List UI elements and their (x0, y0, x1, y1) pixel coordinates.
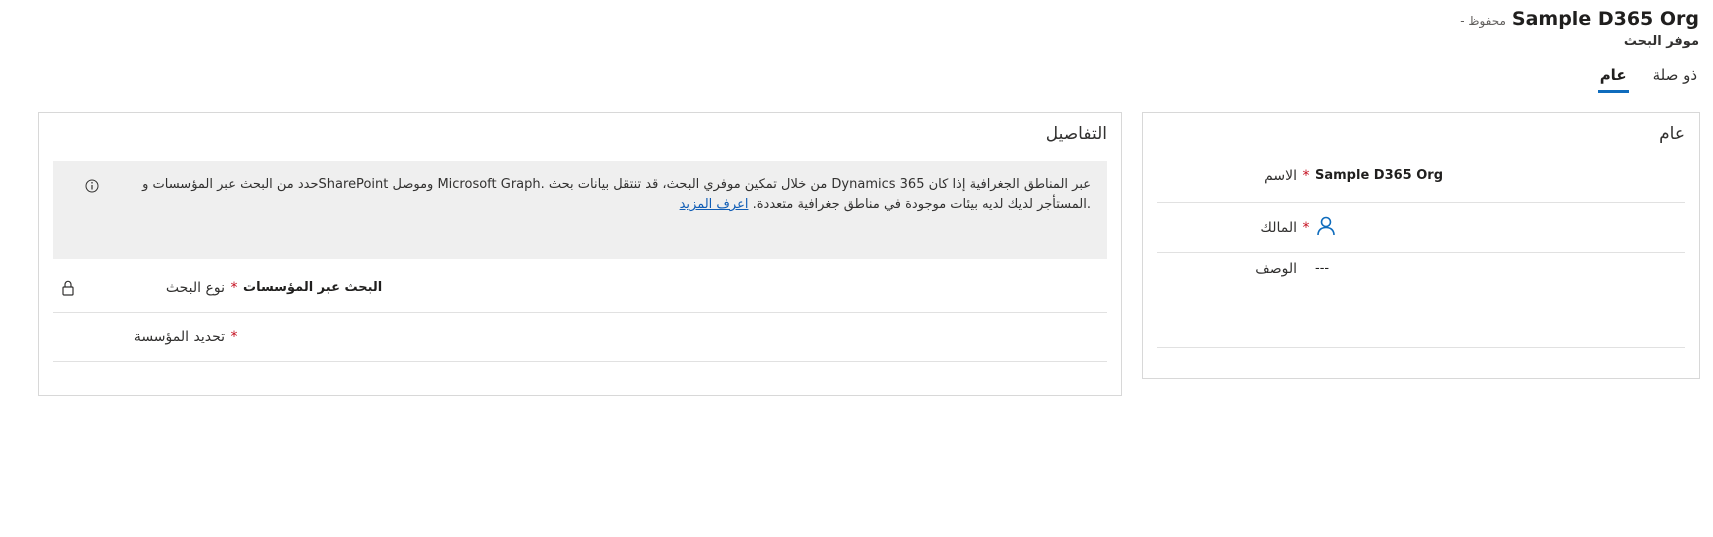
description-input[interactable]: --- (1315, 261, 1329, 276)
person-icon[interactable] (1315, 215, 1337, 237)
organization-field-row: تحديد المؤسسة * (53, 313, 1107, 362)
search-type-field-row: نوع البحث * البحث عبر المؤسسات (53, 263, 1107, 313)
owner-lookup[interactable] (1315, 215, 1337, 241)
general-section-title: عام (1659, 124, 1685, 144)
tab-list: عام ذو صلة (1597, 66, 1699, 93)
tab-related[interactable]: ذو صلة (1651, 66, 1699, 93)
record-title: Sample D365 Org (1511, 8, 1699, 30)
notice-line-1: عبر المناطق الجغرافية إذا كان Dynamics 3… (142, 177, 1091, 192)
owner-label: المالك (1260, 219, 1297, 236)
name-input[interactable]: Sample D365 Org (1315, 168, 1443, 183)
record-header: Sample D365 Org - محفوظ موفر البحث (1460, 8, 1699, 49)
description-label: الوصف (1255, 261, 1297, 277)
description-field-row: الوصف --- (1157, 253, 1685, 348)
search-type-label: نوع البحث (165, 279, 225, 296)
learn-more-link[interactable]: اعرف المزيد (680, 197, 749, 212)
name-label: الاسم (1264, 167, 1297, 184)
save-status: - محفوظ (1460, 14, 1506, 28)
required-indicator: * (1302, 167, 1310, 184)
lock-icon (62, 280, 74, 296)
required-indicator: * (230, 279, 238, 296)
details-section-title: التفاصيل (1045, 124, 1107, 144)
notice-line-2-text: .المستأجر لديك لديه بيئات موجودة في مناط… (752, 197, 1091, 212)
info-notice: عبر المناطق الجغرافية إذا كان Dynamics 3… (53, 161, 1107, 259)
info-icon (85, 179, 99, 193)
organization-label: تحديد المؤسسة (133, 329, 225, 345)
notice-line-2: .المستأجر لديك لديه بيئات موجودة في مناط… (119, 195, 1091, 215)
details-section: التفاصيل عبر المناطق الجغرافية إذا كان D… (38, 112, 1122, 396)
search-type-value: البحث عبر المؤسسات (243, 280, 383, 295)
general-section: عام الاسم * Sample D365 Org المالك * الو… (1142, 112, 1700, 379)
entity-name: موفر البحث (1623, 34, 1699, 49)
name-field-row: الاسم * Sample D365 Org (1157, 149, 1685, 203)
required-indicator: * (1302, 219, 1310, 236)
required-indicator: * (230, 329, 238, 345)
tab-general[interactable]: عام (1597, 66, 1629, 93)
owner-field-row: المالك * (1157, 203, 1685, 253)
